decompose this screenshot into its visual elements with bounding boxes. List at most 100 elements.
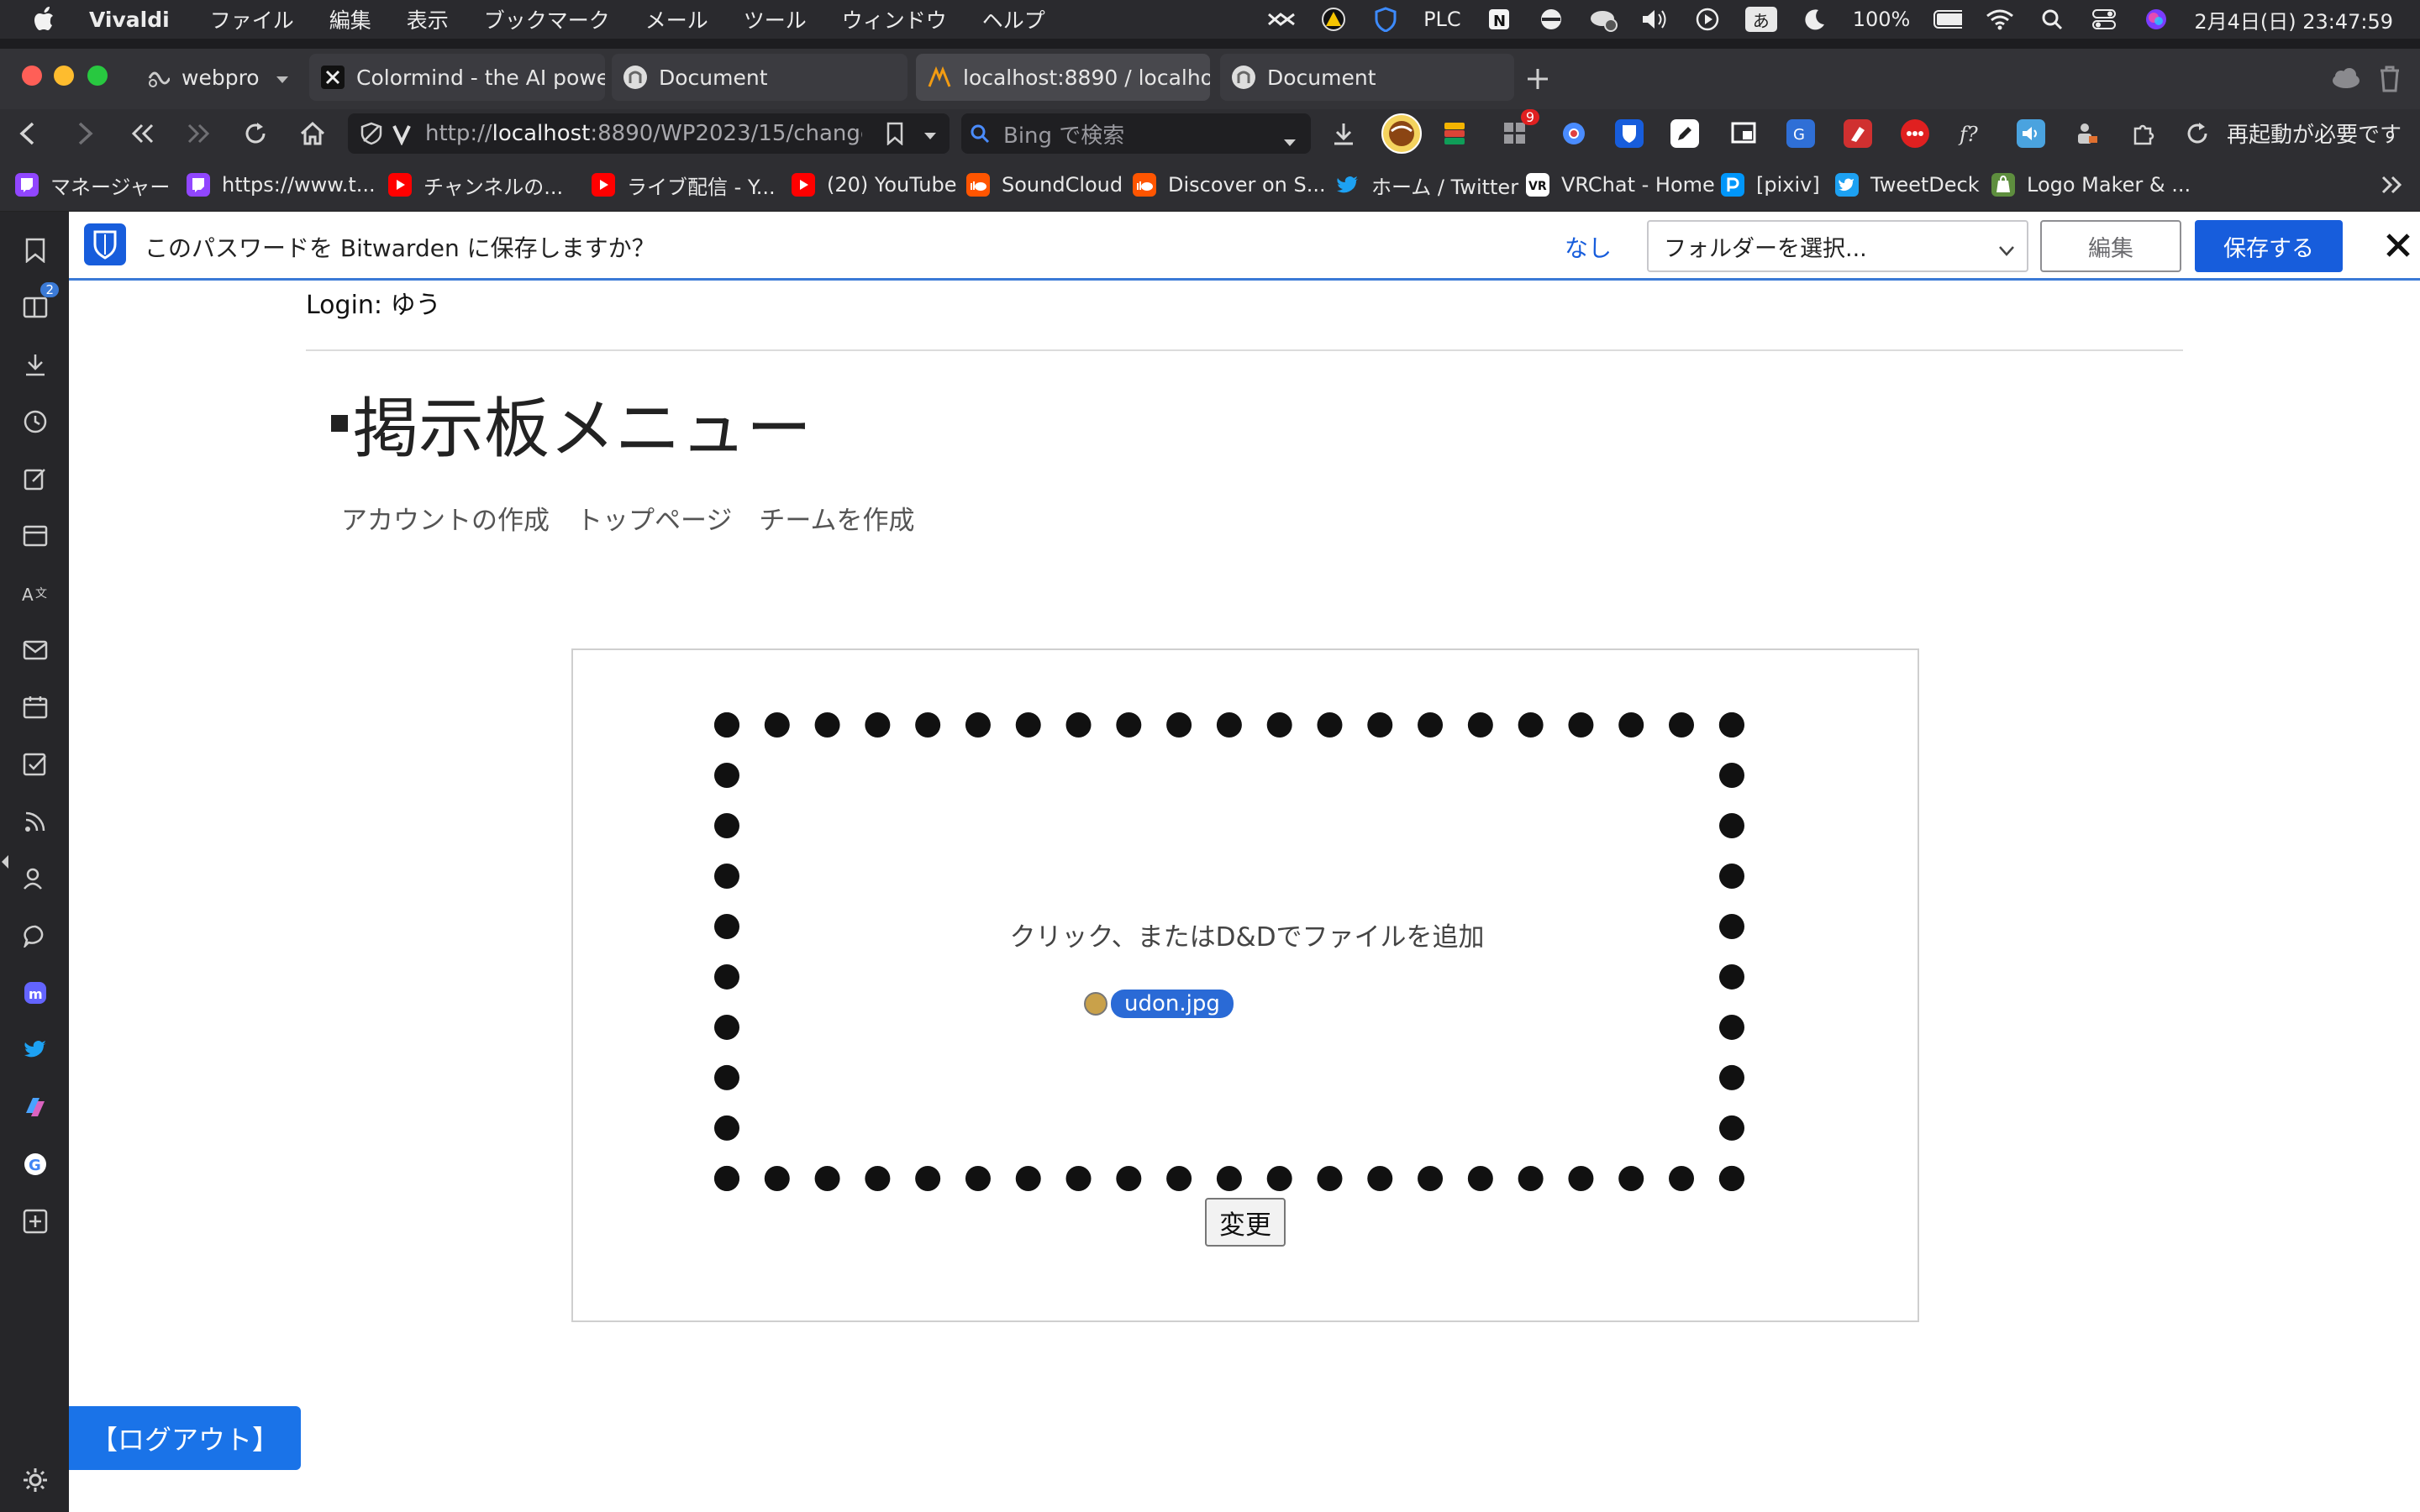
download-icon[interactable] (1329, 119, 1358, 148)
settings-gear-icon[interactable] (22, 1467, 49, 1494)
control-center-icon[interactable] (2090, 5, 2118, 34)
bookmark-item[interactable]: VR VRChat - Home (1526, 170, 1715, 200)
contacts-panel-icon[interactable] (22, 865, 49, 892)
bookmark-item[interactable]: ホーム / Twitter (1336, 170, 1518, 200)
back-arrow-icon[interactable] (12, 118, 42, 149)
tab-document-1[interactable]: Document (612, 54, 908, 101)
alert-app-icon[interactable] (1319, 5, 1348, 34)
window-close-button[interactable] (22, 66, 42, 86)
battery-icon[interactable] (1933, 5, 1963, 34)
translate-panel-icon[interactable]: A文 (22, 580, 49, 606)
mirroring-icon[interactable] (1267, 5, 1296, 34)
highlighter-extension-icon[interactable] (1844, 119, 1872, 148)
window-zoom-button[interactable] (87, 66, 108, 86)
bookmark-page-icon[interactable] (886, 122, 904, 149)
cloud-sync-icon[interactable] (2329, 67, 2363, 92)
extensions-puzzle-icon[interactable] (2129, 119, 2158, 148)
reading-list-panel-icon[interactable] (22, 522, 49, 549)
menu-file[interactable]: ファイル (210, 4, 294, 34)
downloads-panel-icon[interactable] (22, 351, 49, 378)
tab-colormind[interactable]: Colormind - the AI powered (309, 54, 605, 101)
rewind-icon[interactable] (128, 118, 158, 149)
bookmark-item[interactable]: ライブ配信 - Y... (592, 170, 776, 200)
translate-extension-icon[interactable]: G (1786, 119, 1815, 148)
chrome-extension-icon[interactable] (1560, 119, 1588, 148)
restart-required-label[interactable]: 再起動が必要です (2227, 118, 2402, 149)
menu-window[interactable]: ウィンドウ (842, 4, 947, 34)
chat-panel-icon[interactable] (22, 922, 49, 949)
trash-icon[interactable] (2378, 66, 2405, 94)
forward-arrow-icon[interactable] (71, 118, 101, 149)
volume-icon[interactable] (1641, 5, 1670, 34)
mail-panel-icon[interactable] (22, 637, 49, 664)
close-icon[interactable] (2381, 228, 2415, 262)
plc-label[interactable]: PLC (1423, 8, 1461, 31)
bitwarden-folder-select[interactable]: フォルダーを選択... (1647, 220, 2028, 272)
audio-extension-icon[interactable] (2017, 119, 2045, 148)
extensions-grid-icon[interactable]: 9 (1501, 109, 1539, 148)
bookmark-item[interactable]: (20) YouTube (792, 170, 957, 200)
profile-avatar[interactable] (1378, 113, 1425, 154)
collapse-panel-arrow-icon[interactable] (0, 853, 10, 870)
edit-extension-icon[interactable] (1670, 119, 1699, 148)
search-field[interactable]: Bing で検索 (961, 113, 1311, 154)
tasks-panel-icon[interactable] (22, 751, 49, 778)
apple-menu-icon[interactable] (25, 0, 66, 39)
google-panel-icon[interactable]: G (22, 1151, 49, 1178)
bitwarden-extension-icon[interactable] (1615, 119, 1644, 148)
spotlight-search-icon[interactable] (2038, 5, 2066, 34)
search-engine-chevron-icon[interactable] (1282, 129, 1297, 154)
menu-help[interactable]: ヘルプ (982, 4, 1045, 34)
top-page-link[interactable]: トップページ (576, 499, 732, 537)
reload-icon[interactable] (240, 118, 271, 149)
chevron-down-icon[interactable] (275, 66, 290, 90)
bookmark-item[interactable]: SoundCloud (966, 170, 1123, 200)
copilot-panel-icon[interactable] (22, 1094, 49, 1121)
input-method-icon[interactable]: あ (1744, 7, 1777, 32)
tab-document-2[interactable]: Document (1220, 54, 1514, 101)
add-web-panel-icon[interactable] (22, 1208, 49, 1235)
bitwarden-never-link[interactable]: なし (1565, 230, 1612, 264)
window-minimize-button[interactable] (54, 66, 74, 86)
stacked-colors-extension-icon[interactable] (1440, 119, 1469, 148)
moon-icon[interactable] (1801, 5, 1829, 34)
tracker-blocker-icon[interactable] (360, 122, 383, 149)
bookmarks-panel-icon[interactable] (22, 237, 49, 264)
bookmark-item[interactable]: Logo Maker & ... (1991, 170, 2191, 200)
person-extension-icon[interactable] (2072, 119, 2101, 148)
create-team-link[interactable]: チームを作成 (759, 499, 914, 537)
drop-zone-instructions[interactable]: クリック、またはD&Dでファイルを追加 (573, 916, 1921, 953)
feeds-panel-icon[interactable] (22, 808, 49, 835)
new-tab-plus-icon[interactable] (1524, 66, 1551, 92)
fast-forward-icon[interactable] (183, 118, 213, 149)
menu-tools[interactable]: ツール (744, 4, 807, 34)
cloud-sync-icon[interactable] (1589, 5, 1618, 34)
bookmark-item[interactable]: [pixiv] (1721, 170, 1820, 200)
logout-button[interactable]: 【ログアウト】 (69, 1406, 301, 1470)
menu-mail[interactable]: メール (645, 4, 708, 34)
restart-update-icon[interactable] (2183, 119, 2212, 148)
menu-bookmarks[interactable]: ブックマーク (484, 4, 610, 34)
notes-panel-icon[interactable] (22, 465, 49, 492)
change-submit-button[interactable]: 変更 (1205, 1198, 1286, 1247)
bookmarks-overflow-icon[interactable] (2380, 175, 2405, 197)
wifi-icon[interactable] (1986, 5, 2014, 34)
bookmark-item[interactable]: マネージャー (15, 170, 170, 200)
twitter-panel-icon[interactable] (22, 1037, 49, 1063)
tab-phpmyadmin[interactable]: localhost:8890 / localhost (916, 54, 1210, 101)
dragged-file-chip[interactable]: udon.jpg (1084, 990, 1234, 1018)
bookmark-item[interactable]: https://www.t... (187, 170, 376, 200)
home-icon[interactable] (297, 118, 328, 149)
chat-extension-icon[interactable] (1901, 119, 1929, 148)
window-panel-icon[interactable]: 2 (22, 282, 59, 321)
calendar-panel-icon[interactable] (22, 694, 49, 721)
tab-stack-webpro[interactable]: webpro (134, 54, 301, 101)
bitwarden-save-button[interactable]: 保存する (2195, 220, 2343, 272)
bookmark-item[interactable]: TweetDeck (1835, 170, 1980, 200)
clock[interactable]: 2月4日(日) 23:47:59 (2194, 5, 2393, 34)
create-account-link[interactable]: アカウントの作成 (341, 499, 550, 537)
app-name-menu[interactable]: Vivaldi (89, 8, 170, 32)
notion-icon[interactable]: N (1485, 5, 1513, 34)
url-dropdown-chevron-icon[interactable] (923, 129, 938, 144)
play-circle-icon[interactable] (1693, 5, 1722, 34)
